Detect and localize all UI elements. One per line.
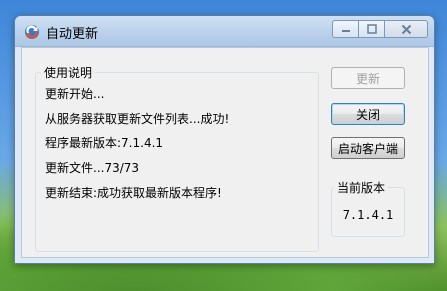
log-line: 程序最新版本:7.1.4.1 xyxy=(45,136,164,150)
dialog-client-area: 使用说明 更新开始... 从服务器获取更新文件列表...成功! 程序最新版本:7… xyxy=(21,47,429,258)
usage-group: 使用说明 更新开始... 从服务器获取更新文件列表...成功! 程序最新版本:7… xyxy=(35,64,319,252)
title-bar[interactable]: 自动更新 xyxy=(15,16,434,47)
auto-update-window: 自动更新 使用说明 更新开始... 从服务器获取更新文件列表...成功! 程序最… xyxy=(14,15,435,264)
update-button[interactable]: 更新 xyxy=(331,67,405,89)
maximize-button[interactable] xyxy=(359,20,385,38)
current-version-value: 7.1.4.1 xyxy=(342,208,394,222)
app-update-icon xyxy=(25,25,39,39)
current-version-group: 当前版本 7.1.4.1 xyxy=(331,179,405,237)
caption-buttons xyxy=(332,20,428,38)
log-line: 更新结束:成功获取最新版本程序! xyxy=(45,186,222,200)
log-line: 从服务器获取更新文件列表...成功! xyxy=(45,112,230,126)
launch-client-button[interactable]: 启动客户端 xyxy=(331,137,405,159)
current-version-legend: 当前版本 xyxy=(334,179,389,196)
usage-group-legend: 使用说明 xyxy=(41,64,96,81)
log-line: 更新文件...73/73 xyxy=(45,161,140,175)
close-dialog-button[interactable]: 关闭 xyxy=(331,103,405,125)
close-button[interactable] xyxy=(385,20,428,38)
log-line: 更新开始... xyxy=(45,87,105,101)
window-title: 自动更新 xyxy=(46,27,99,42)
maximize-icon xyxy=(366,24,377,34)
close-icon xyxy=(401,24,411,34)
minimize-button[interactable] xyxy=(332,20,359,38)
minimize-icon xyxy=(341,30,350,32)
